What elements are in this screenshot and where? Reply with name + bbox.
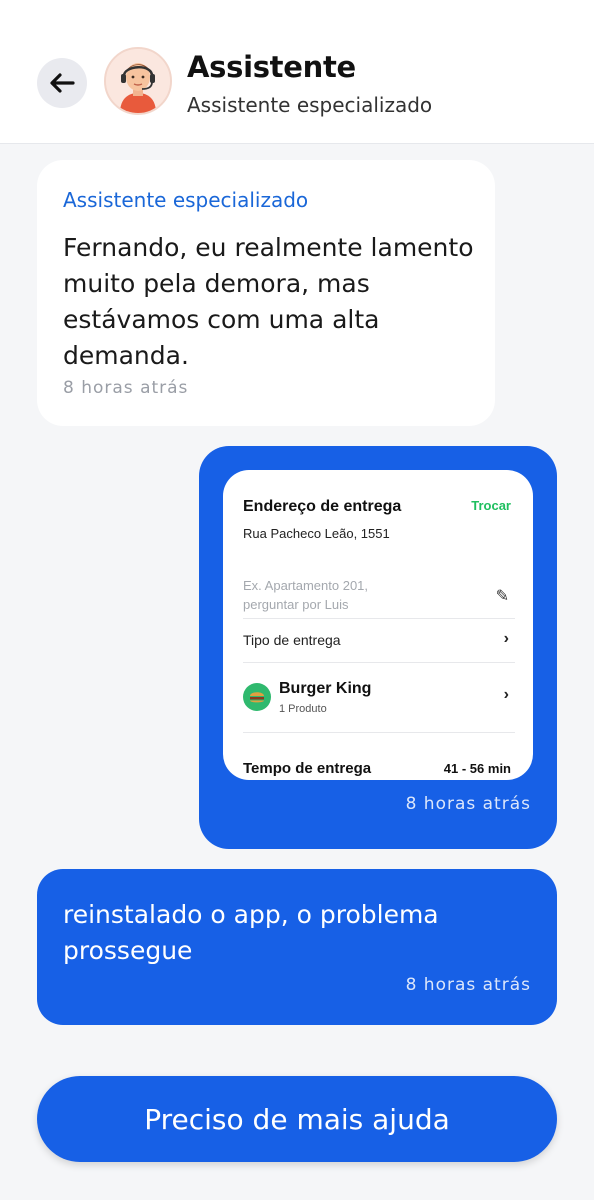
screenshot-delivery-time-label: Tempo de entrega bbox=[243, 760, 372, 777]
pencil-icon: ✎ bbox=[495, 588, 509, 605]
screenshot-divider bbox=[243, 662, 515, 663]
chevron-right-icon: › bbox=[503, 686, 509, 703]
message-timestamp: 8 horas atrás bbox=[405, 794, 531, 814]
screenshot-address: Rua Pacheco Leão, 1551 bbox=[243, 526, 390, 541]
message-text: Fernando, eu realmente lamento muito pel… bbox=[63, 233, 474, 370]
support-agent-avatar-icon bbox=[106, 49, 170, 113]
screenshot-divider bbox=[243, 732, 515, 733]
screenshot-address-title: Endereço de entrega bbox=[243, 498, 402, 515]
chat-title: Assistente bbox=[187, 50, 356, 84]
screenshot-complement-placeholder: Ex. Apartamento 201, perguntar por Luis bbox=[243, 578, 369, 612]
burger-king-logo-icon bbox=[243, 683, 271, 711]
back-button[interactable] bbox=[37, 58, 87, 108]
screenshot-store-items: 1 Produto bbox=[279, 703, 327, 715]
screenshot-divider bbox=[243, 618, 515, 619]
chevron-right-icon: › bbox=[503, 630, 509, 647]
screenshot-change-link: Trocar bbox=[471, 498, 511, 513]
arrow-left-icon bbox=[50, 73, 75, 93]
screenshot-store-name: Burger King bbox=[279, 680, 372, 697]
incoming-message-bubble: Assistente especializado Fernando, eu re… bbox=[37, 160, 495, 426]
screenshot-delivery-type: Tipo de entrega bbox=[243, 632, 341, 648]
message-sender: Assistente especializado bbox=[63, 188, 309, 212]
message-timestamp: 8 horas atrás bbox=[63, 378, 189, 398]
outgoing-image-message-bubble: Endereço de entrega Trocar Rua Pacheco L… bbox=[199, 446, 557, 849]
message-text: reinstalado o app, o problema prossegue bbox=[63, 900, 439, 965]
message-timestamp: 8 horas atrás bbox=[405, 975, 531, 995]
outgoing-message-bubble: reinstalado o app, o problema prossegue … bbox=[37, 869, 557, 1025]
chat-header: Assistente Assistente especializado bbox=[0, 0, 594, 144]
assistant-avatar bbox=[104, 47, 172, 115]
screenshot-delivery-time-value: 41 - 56 min bbox=[443, 761, 511, 776]
need-more-help-button[interactable]: Preciso de mais ajuda bbox=[37, 1076, 557, 1162]
chat-subtitle: Assistente especializado bbox=[187, 93, 433, 117]
attached-screenshot[interactable]: Endereço de entrega Trocar Rua Pacheco L… bbox=[223, 470, 533, 780]
